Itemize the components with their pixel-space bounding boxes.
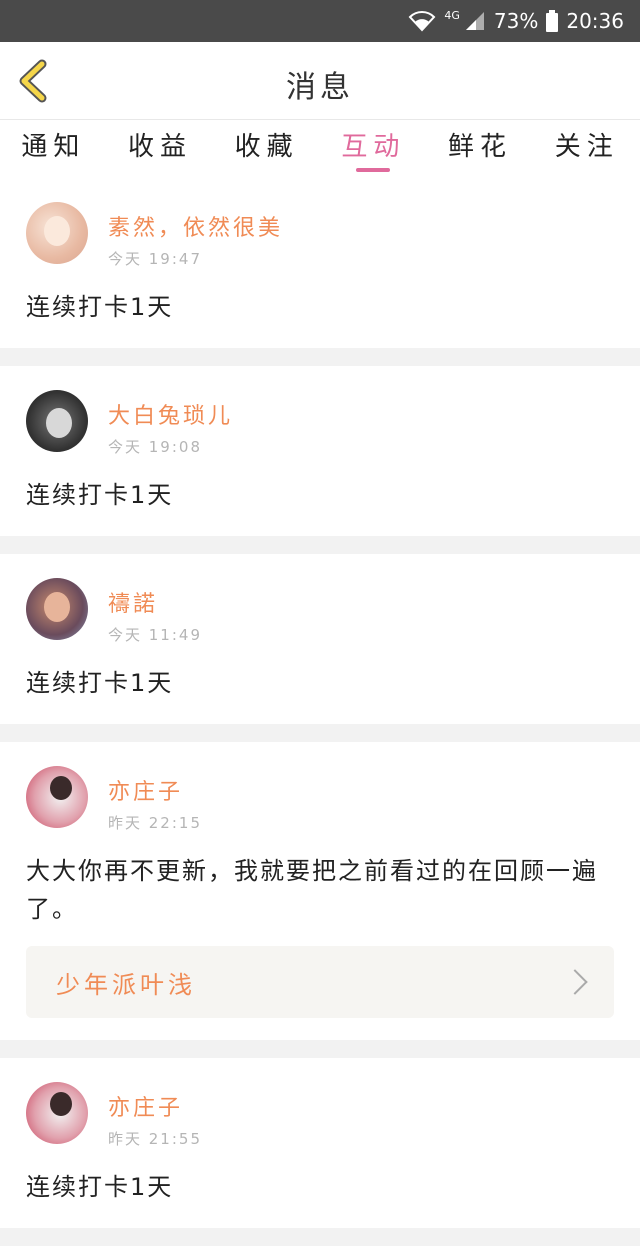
- username[interactable]: 素然，依然很美: [108, 210, 283, 242]
- avatar[interactable]: [26, 390, 88, 452]
- status-bar: 4G 73% 20:36: [0, 0, 640, 42]
- page-title: 消息: [286, 70, 354, 105]
- tab-bar: 通知 收益 收藏 互动 鲜花 关注: [0, 120, 640, 178]
- avatar[interactable]: [26, 766, 88, 828]
- book-link[interactable]: 少年派叶浅: [26, 946, 614, 1018]
- signal-icon: [464, 10, 486, 32]
- avatar[interactable]: [26, 578, 88, 640]
- tab-following[interactable]: 关注: [533, 120, 640, 178]
- tab-notifications[interactable]: 通知: [0, 120, 107, 178]
- tab-flowers[interactable]: 鲜花: [427, 120, 534, 178]
- battery-percent: 73%: [493, 9, 539, 33]
- network-type: 4G: [444, 8, 460, 22]
- timestamp: 今天 11:49: [108, 626, 202, 644]
- tab-favorites[interactable]: 收藏: [213, 120, 320, 178]
- tab-earnings[interactable]: 收益: [107, 120, 214, 178]
- active-tab-indicator: [356, 168, 391, 172]
- timestamp: 今天 19:47: [108, 250, 202, 268]
- message-card[interactable]: 禱諾 今天 11:49 连续打卡1天: [0, 554, 640, 724]
- battery-icon: [546, 10, 559, 32]
- message-card[interactable]: 大白兔琐儿 今天 19:08 连续打卡1天: [0, 366, 640, 536]
- message-card[interactable]: 素然，依然很美 今天 19:47 连续打卡1天: [0, 178, 640, 348]
- username[interactable]: 亦庄子: [108, 1090, 202, 1122]
- message-list: 素然，依然很美 今天 19:47 连续打卡1天 大白兔琐儿 今天 19:08 连…: [0, 178, 640, 1246]
- message-content: 连续打卡1天: [26, 669, 174, 697]
- clock: 20:36: [566, 9, 624, 33]
- message-content: 连续打卡1天: [26, 481, 174, 509]
- message-content: 大大你再不更新，我就要把之前看过的在回顾一遍了。: [26, 857, 598, 923]
- username[interactable]: 禱諾: [108, 586, 202, 618]
- message-card[interactable]: 亦庄子 昨天 22:15 大大你再不更新，我就要把之前看过的在回顾一遍了。 少年…: [0, 742, 640, 1040]
- timestamp: 昨天 21:55: [108, 1130, 202, 1148]
- username[interactable]: 大白兔琐儿: [108, 398, 233, 430]
- wifi-icon: [408, 10, 436, 32]
- book-title: 少年派叶浅: [56, 970, 196, 999]
- avatar[interactable]: [26, 202, 88, 264]
- chevron-right-icon: [562, 969, 588, 995]
- timestamp: 昨天 22:15: [108, 814, 202, 832]
- tab-interactions[interactable]: 互动: [320, 120, 427, 178]
- message-content: 连续打卡1天: [26, 293, 174, 321]
- avatar[interactable]: [26, 1082, 88, 1144]
- username[interactable]: 亦庄子: [108, 774, 202, 806]
- message-content: 连续打卡1天: [26, 1173, 174, 1201]
- message-card[interactable]: 亦庄子 昨天 21:55 连续打卡1天: [0, 1058, 640, 1228]
- timestamp: 今天 19:08: [108, 438, 202, 456]
- header: 消息: [0, 42, 640, 120]
